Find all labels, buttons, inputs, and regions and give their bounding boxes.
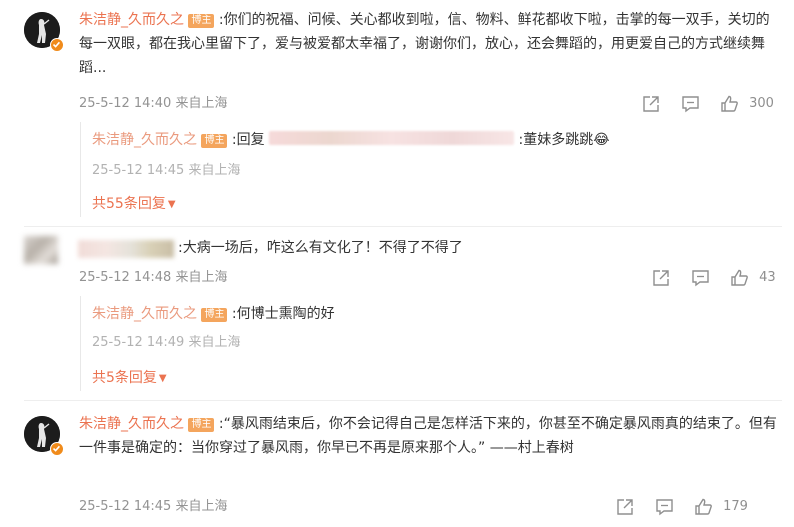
comment-text: :“暴风雨结束后，你不会记得自己是怎样活下来的，你甚至不确定暴风雨真的结束了。但… xyxy=(79,416,777,456)
laughing-emoji-icon: 😂 xyxy=(593,132,610,148)
comment-meta: 25-5-12 14:45 来自上海 xyxy=(79,499,228,514)
comment-meta: 25-5-12 14:40 来自上海 xyxy=(79,96,228,111)
blogger-badge: 博主 xyxy=(188,14,215,28)
like-button[interactable]: 43 xyxy=(730,268,776,288)
caret-down-icon: ▼ xyxy=(158,373,167,384)
share-icon xyxy=(617,498,633,515)
like-button[interactable]: 179 xyxy=(694,497,748,517)
like-count: 179 xyxy=(723,499,748,514)
reply-meta: 25-5-12 14:45 来自上海 xyxy=(92,163,241,178)
like-icon xyxy=(731,269,748,286)
share-icon xyxy=(653,269,669,286)
share-icon xyxy=(643,95,659,112)
blurred-username[interactable] xyxy=(78,240,174,258)
comment-button[interactable] xyxy=(655,497,674,517)
comment-icon xyxy=(692,269,709,286)
reply-item: 朱洁静_久而久之 博主 :回复 :董妹多跳跳😂 xyxy=(92,128,782,152)
divider xyxy=(24,226,782,227)
reply-item: 朱洁静_久而久之 博主 :何博士熏陶的好 xyxy=(92,302,335,326)
comment-icon xyxy=(656,498,673,515)
comment-meta: 25-5-12 14:48 来自上海 xyxy=(79,270,228,285)
reply-author[interactable]: 朱洁静_久而久之 xyxy=(92,306,197,322)
avatar[interactable] xyxy=(24,236,58,264)
more-replies-label: 共55条回复 xyxy=(92,196,166,212)
comment-body: 朱洁静_久而久之 博主 :你们的祝福、问候、关心都收到啦，信、物料、鲜花都收下啦… xyxy=(79,8,779,80)
comment-body: 朱洁静_久而久之 博主 :“暴风雨结束后，你不会记得自己是怎样活下来的，你甚至不… xyxy=(79,412,779,460)
blogger-badge: 博主 xyxy=(201,134,228,148)
more-replies-link[interactable]: 共55条回复 ▼ xyxy=(92,194,176,215)
verified-icon xyxy=(50,442,64,456)
more-replies-label: 共5条回复 xyxy=(92,370,157,386)
blogger-badge: 博主 xyxy=(201,308,228,322)
like-icon xyxy=(721,95,738,112)
comment-author[interactable]: 朱洁静_久而久之 xyxy=(79,12,184,28)
comment-button[interactable] xyxy=(681,94,700,114)
like-count: 300 xyxy=(749,96,774,111)
reply-prefix: :回复 xyxy=(231,132,265,148)
reply-text: :何博士熏陶的好 xyxy=(231,306,335,322)
like-count: 43 xyxy=(759,270,776,285)
reply-meta: 25-5-12 14:49 来自上海 xyxy=(92,335,241,350)
like-icon xyxy=(695,498,712,515)
reply-author[interactable]: 朱洁静_久而久之 xyxy=(92,132,197,148)
comment-body: :大病一场后，咋这么有文化了！不得了不得了 xyxy=(178,236,463,260)
like-button[interactable]: 300 xyxy=(720,94,774,114)
comment-button[interactable] xyxy=(691,268,710,288)
divider xyxy=(24,400,782,401)
reply-text: :董妹多跳跳 xyxy=(518,132,594,148)
reply-thread-line xyxy=(80,296,81,391)
verified-icon xyxy=(50,38,64,52)
share-button[interactable] xyxy=(616,497,634,517)
blogger-badge: 博主 xyxy=(188,418,215,432)
comment-text: :大病一场后，咋这么有文化了！不得了不得了 xyxy=(178,240,463,256)
comment-author[interactable]: 朱洁静_久而久之 xyxy=(79,416,184,432)
comment-icon xyxy=(682,95,699,112)
more-replies-link[interactable]: 共5条回复 ▼ xyxy=(92,368,167,389)
reply-thread-line xyxy=(80,122,81,217)
blurred-username xyxy=(269,131,515,145)
caret-down-icon: ▼ xyxy=(167,199,176,210)
share-button[interactable] xyxy=(642,94,660,114)
share-button[interactable] xyxy=(652,268,670,288)
